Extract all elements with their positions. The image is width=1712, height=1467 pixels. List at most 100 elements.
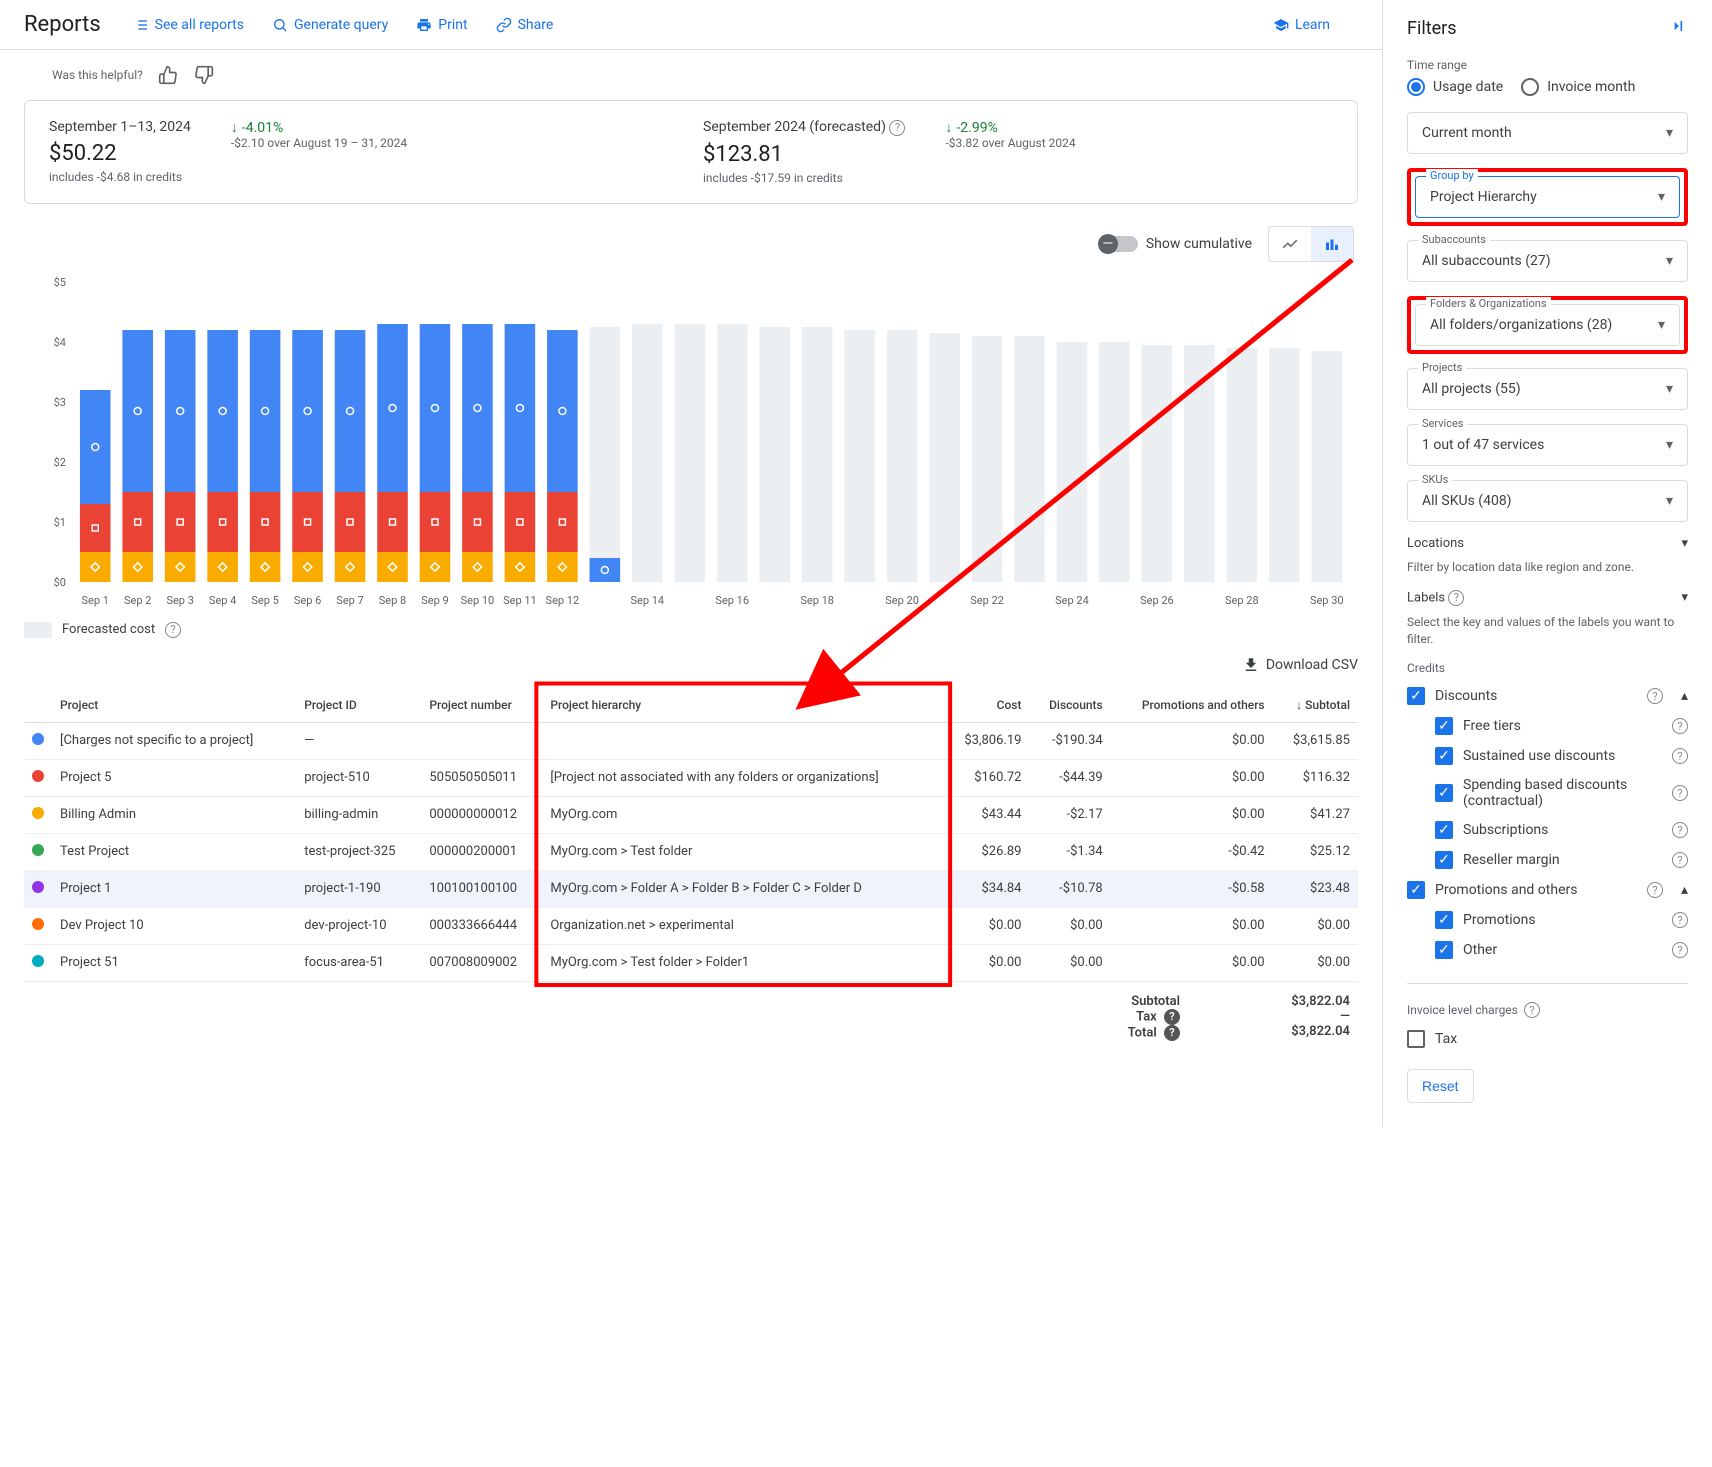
cell-project-number: 000000200001: [421, 833, 542, 870]
help-icon[interactable]: ?: [889, 120, 905, 136]
link-icon: [496, 17, 512, 33]
cell-promotions: $0.00: [1111, 944, 1273, 981]
cell-discounts: $0.00: [1029, 907, 1110, 944]
collapse-icon[interactable]: [1668, 16, 1688, 40]
cell-discounts: $0.00: [1029, 944, 1110, 981]
cell-subtotal: $116.32: [1273, 759, 1358, 796]
credit-item[interactable]: ✓ Free tiers ?: [1407, 711, 1688, 741]
svg-text:Sep 10: Sep 10: [461, 594, 495, 607]
table-header[interactable]: Project number: [421, 688, 542, 723]
cell-hierarchy: [542, 722, 944, 759]
group-by-select[interactable]: Group by Project Hierarchy▾: [1415, 176, 1680, 218]
promo-item[interactable]: ✓ Promotions ?: [1407, 905, 1688, 935]
checkbox-icon: ✓: [1435, 784, 1453, 802]
folders-select[interactable]: Folders & Organizations All folders/orga…: [1415, 304, 1680, 346]
table-header[interactable]: Project ID: [296, 688, 421, 723]
reset-button[interactable]: Reset: [1407, 1069, 1474, 1103]
card-actual-sub: includes -$4.68 in credits: [49, 170, 191, 184]
chevron-down-icon: ▾: [1658, 317, 1665, 333]
projects-select[interactable]: Projects All projects (55)▾: [1407, 368, 1688, 410]
locations-section[interactable]: Locations▾: [1407, 536, 1688, 551]
promotions-checkbox[interactable]: ✓ Promotions and others ? ▴: [1407, 875, 1688, 905]
table-header[interactable]: Cost: [944, 688, 1029, 723]
skus-select[interactable]: SKUs All SKUs (408)▾: [1407, 480, 1688, 522]
table-row[interactable]: Project 51 focus-area-51 007008009002 My…: [24, 944, 1358, 981]
help-icon[interactable]: ?: [1672, 942, 1688, 958]
table-header[interactable]: Project hierarchy: [542, 688, 944, 723]
learn-link[interactable]: Learn: [1273, 17, 1330, 33]
credit-item[interactable]: ✓ Subscriptions ?: [1407, 815, 1688, 845]
svg-text:Sep 24: Sep 24: [1055, 594, 1089, 607]
discounts-checkbox[interactable]: ✓ Discounts ? ▴: [1407, 681, 1688, 711]
services-select[interactable]: Services 1 out of 47 services▾: [1407, 424, 1688, 466]
credit-item[interactable]: ✓ Reseller margin ?: [1407, 845, 1688, 875]
labels-section[interactable]: Labels ?▾: [1407, 590, 1688, 606]
radio-usage-date[interactable]: Usage date: [1407, 78, 1503, 96]
cell-promotions: $0.00: [1111, 759, 1273, 796]
credit-item[interactable]: ✓ Spending based discounts (contractual)…: [1407, 771, 1688, 815]
cell-subtotal: $41.27: [1273, 796, 1358, 833]
svg-text:Sep 14: Sep 14: [630, 594, 664, 607]
help-icon[interactable]: ?: [1672, 912, 1688, 928]
table-header[interactable]: Promotions and others: [1111, 688, 1273, 723]
generate-query-link[interactable]: Generate query: [272, 17, 388, 33]
help-icon[interactable]: ?: [1672, 718, 1688, 734]
chart-legend: Forecasted cost ?: [24, 622, 1358, 638]
svg-text:Sep 9: Sep 9: [421, 594, 448, 607]
subaccounts-select[interactable]: Subaccounts All subaccounts (27)▾: [1407, 240, 1688, 282]
table-row[interactable]: Project 5 project-510 505050505011 [Proj…: [24, 759, 1358, 796]
help-icon[interactable]: ?: [1647, 882, 1663, 898]
bar-chart-button[interactable]: [1311, 227, 1353, 261]
help-icon[interactable]: ?: [1672, 785, 1688, 801]
credit-item[interactable]: ✓ Sustained use discounts ?: [1407, 741, 1688, 771]
tax-checkbox[interactable]: Tax: [1407, 1024, 1688, 1054]
help-icon[interactable]: ?: [1524, 1002, 1540, 1018]
card-forecast-delta: ↓-2.99%: [945, 119, 997, 136]
download-csv-button[interactable]: Download CSV: [1242, 656, 1358, 674]
see-all-reports-link[interactable]: See all reports: [133, 17, 244, 33]
help-icon[interactable]: ?: [1672, 748, 1688, 764]
help-icon[interactable]: ?: [1672, 822, 1688, 838]
table-row[interactable]: [Charges not specific to a project] — $3…: [24, 722, 1358, 759]
cell-project-number: 000333666444: [421, 907, 542, 944]
time-range-select[interactable]: Current month▾: [1407, 112, 1688, 154]
table-row[interactable]: Billing Admin billing-admin 000000000012…: [24, 796, 1358, 833]
row-dot: [32, 918, 44, 930]
help-icon[interactable]: ?: [1672, 852, 1688, 868]
row-dot: [32, 955, 44, 967]
table-header[interactable]: Project: [52, 688, 296, 723]
card-actual-amount: $50.22: [49, 141, 191, 166]
thumb-up-icon[interactable]: [157, 64, 179, 86]
cell-project-id: dev-project-10: [296, 907, 421, 944]
share-link[interactable]: Share: [496, 17, 554, 33]
cell-discounts: -$190.34: [1029, 722, 1110, 759]
cell-discounts: -$44.39: [1029, 759, 1110, 796]
cell-promotions: $0.00: [1111, 907, 1273, 944]
svg-text:Sep 3: Sep 3: [166, 594, 193, 607]
table-header[interactable]: ↓ Subtotal: [1273, 688, 1358, 723]
help-icon[interactable]: ?: [165, 622, 181, 638]
table-row[interactable]: Dev Project 10 dev-project-10 0003336664…: [24, 907, 1358, 944]
cell-project: Test Project: [52, 833, 296, 870]
table-row[interactable]: Test Project test-project-325 0000002000…: [24, 833, 1358, 870]
card-forecast-amount: $123.81: [703, 142, 905, 167]
page-title: Reports: [24, 12, 101, 37]
show-cumulative-toggle[interactable]: — Show cumulative: [1102, 236, 1252, 252]
line-chart-button[interactable]: [1269, 227, 1311, 261]
help-icon[interactable]: ?: [1164, 1009, 1180, 1025]
project-table: ProjectProject IDProject numberProject h…: [24, 688, 1358, 982]
cell-discounts: -$10.78: [1029, 870, 1110, 907]
cell-project-number: 505050505011: [421, 759, 542, 796]
table-header[interactable]: Discounts: [1029, 688, 1110, 723]
help-icon[interactable]: ?: [1164, 1025, 1180, 1041]
thumb-down-icon[interactable]: [193, 64, 215, 86]
promo-item[interactable]: ✓ Other ?: [1407, 935, 1688, 965]
svg-text:Sep 28: Sep 28: [1225, 594, 1259, 607]
radio-invoice-month[interactable]: Invoice month: [1521, 78, 1635, 96]
cell-cost: $160.72: [944, 759, 1029, 796]
svg-text:Sep 2: Sep 2: [124, 594, 151, 607]
print-link[interactable]: Print: [416, 17, 467, 33]
table-row[interactable]: Project 1 project-1-190 100100100100 MyO…: [24, 870, 1358, 907]
help-icon[interactable]: ?: [1647, 688, 1663, 704]
chevron-down-icon: ▾: [1658, 189, 1665, 205]
